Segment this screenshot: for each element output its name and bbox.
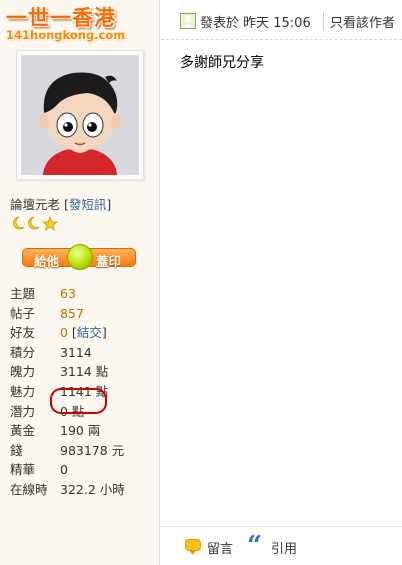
friends-count: 0 (60, 325, 68, 341)
comment-bubble-icon (185, 539, 201, 555)
moon-star-icon (13, 215, 59, 231)
avatar-image (21, 55, 139, 175)
green-ball-icon (67, 244, 93, 270)
site-logo[interactable]: 一世一香港 141hongkong.com (4, 2, 126, 46)
rate-left-label: 給他 (34, 254, 60, 269)
rank-label: 論壇元老 (10, 197, 61, 212)
avatar[interactable] (16, 50, 144, 180)
topics-count-link[interactable]: 63 (60, 284, 76, 304)
reply-link[interactable]: 留言 (207, 538, 233, 557)
post-actions: 留言 “ 引用 (161, 526, 402, 565)
divider (323, 12, 324, 30)
rate-right-label: 蓋印 (96, 254, 122, 269)
add-friend-link[interactable]: 結交 (77, 325, 102, 340)
post-timestamp: 發表於 昨天 15:06 (200, 16, 311, 31)
send-pm-link[interactable]: 發短訊 (69, 197, 107, 212)
post-content-area: 發表於 昨天 15:06 只看該作者 多謝師兄分享 留言 “ 引用 (161, 0, 402, 565)
logo-domain: 141hongkong.com (6, 28, 126, 42)
author-sidebar: 一世一香港 141hongkong.com 論壇元老 [發短訊] 給他 蓋印 主… (0, 0, 160, 565)
rate-stamp-button[interactable]: 給他 蓋印 (22, 244, 136, 270)
quote-link[interactable]: 引用 (271, 538, 297, 557)
post-header: 發表於 昨天 15:06 只看該作者 (161, 0, 402, 40)
post-message: 多謝師兄分享 (180, 55, 264, 71)
posts-count-link[interactable]: 857 (60, 304, 84, 324)
quote-icon: “ (247, 531, 262, 561)
online-user-icon (180, 13, 196, 29)
red-highlight-circle (50, 388, 107, 414)
only-author-link[interactable]: 只看該作者 (330, 12, 395, 31)
user-rank: 論壇元老 [發短訊] (10, 197, 112, 212)
rank-stars (10, 215, 59, 231)
